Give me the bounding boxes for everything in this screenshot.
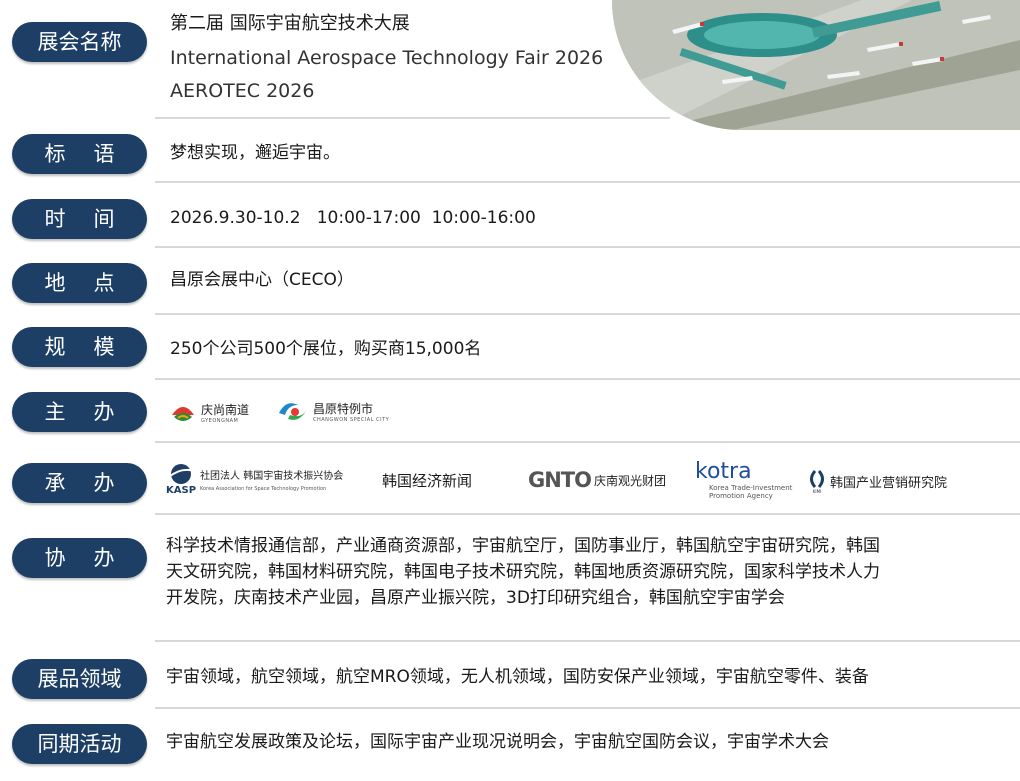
divider <box>155 707 1020 709</box>
logo-kasp: KASP 社团法人 韩国宇宙技术振兴协会 Korea Association f… <box>166 463 343 496</box>
kotra-mark: kotra <box>695 459 752 484</box>
label-char: 时 <box>44 207 66 231</box>
exhibition-name-en: International Aerospace Technology Fair … <box>170 47 604 69</box>
label-scale: 规模 <box>12 327 147 367</box>
label-char: 点 <box>93 271 115 295</box>
label-char: 承 <box>44 471 66 495</box>
venue-value: 昌原会展中心（CECO） <box>170 270 354 290</box>
logo-sub: CHANGWON SPECIAL CITY <box>313 416 390 423</box>
label-char: 办 <box>93 471 115 495</box>
label-char: 模 <box>93 335 115 359</box>
exhibition-name-cn: 第二届 国际宇宙航空技术大展 <box>170 13 410 34</box>
divider <box>155 378 1020 380</box>
logo-name: 庆尚南道 <box>201 402 250 417</box>
logo-gnto: GNTO 庆南观光财团 <box>528 468 666 492</box>
airport-photo <box>612 0 1020 130</box>
label-slogan: 标语 <box>12 134 147 174</box>
label-cohost: 协办 <box>12 538 147 578</box>
exhibition-abbr: AEROTEC 2026 <box>170 80 315 102</box>
gyeongnam-emblem-icon <box>170 399 196 425</box>
logo-gyeongnam: 庆尚南道 GYEONGNAM <box>168 397 249 427</box>
label-exhibits: 展品领域 <box>12 659 147 699</box>
changwon-emblem-icon <box>279 403 307 420</box>
kasp-name: 社团法人 韩国宇宙技术振兴协会 <box>200 471 344 482</box>
label-organizer: 承办 <box>12 463 147 503</box>
logo-kimi: KIMI 韩国产业营销研究院 <box>806 469 947 494</box>
label-char: 间 <box>93 207 115 231</box>
label-events: 同期活动 <box>12 724 147 764</box>
cohost-line: 天文研究院，韩国材料研究院，韩国电子技术研究院，韩国地质资源研究院，国家科学技术… <box>166 562 880 582</box>
label-text: 展会名称 <box>37 30 122 54</box>
label-time: 时间 <box>12 199 147 239</box>
cohost-line: 开发院，庆南技术产业园，昌原产业振兴院，3D打印研究组合，韩国航空宇宙学会 <box>166 588 785 608</box>
label-char: 标 <box>44 142 66 166</box>
label-char: 协 <box>44 546 66 570</box>
divider <box>155 246 1020 248</box>
divider <box>155 513 1020 515</box>
logo-sub: GYEONGNAM <box>201 417 239 424</box>
logo-changwon: 昌原特例市 CHANGWON SPECIAL CITY <box>276 397 389 425</box>
events-value: 宇宙航空发展政策及论坛，国际宇宙产业现况说明会，宇宙航空国防会议，宇宙学术大会 <box>166 732 829 752</box>
divider <box>155 441 1020 443</box>
divider <box>155 313 1020 315</box>
kimi-emblem-icon <box>810 470 824 488</box>
label-venue: 地点 <box>12 263 147 303</box>
label-text: 展品领域 <box>37 667 122 691</box>
label-char: 办 <box>93 400 115 424</box>
gnto-name: 庆南观光财团 <box>594 473 667 488</box>
kasp-abbr: KASP <box>166 485 197 496</box>
kasp-sub: Korea Association for Space Technology P… <box>200 486 327 492</box>
organizer-news: 韩国经济新闻 <box>382 472 473 490</box>
label-exhibition-name: 展会名称 <box>12 22 147 62</box>
scale-value: 250个公司500个展位，购买商15,000名 <box>170 339 482 359</box>
kimi-name: 韩国产业营销研究院 <box>830 476 948 491</box>
label-char: 地 <box>44 271 66 295</box>
label-char: 规 <box>44 335 66 359</box>
slogan-value: 梦想实现，邂逅宇宙。 <box>170 143 340 163</box>
logo-kotra: kotra Korea Trade-Investment Promotion A… <box>695 459 793 501</box>
label-char: 办 <box>93 546 115 570</box>
cohost-line: 科学技术情报通信部，产业通商资源部，宇宙航空厅，国防事业厅，韩国航空宇宙研究院，… <box>166 536 880 556</box>
divider <box>155 640 1020 642</box>
kotra-sub: Promotion Agency <box>709 492 773 500</box>
logo-name: 昌原特例市 <box>313 401 374 416</box>
exhibits-value: 宇宙领域，航空领域，航空MRO领域，无人机领域，国防安保产业领域，宇宙航空零件、… <box>166 667 869 687</box>
time-value: 2026.9.30-10.2 10:00-17:00 10:00-16:00 <box>170 208 536 228</box>
label-char: 主 <box>44 400 66 424</box>
label-host: 主办 <box>12 392 147 432</box>
cohost-value: 科学技术情报通信部，产业通商资源部，宇宙航空厅，国防事业厅，韩国航空宇宙研究院，… <box>166 533 880 611</box>
divider <box>155 117 670 119</box>
kotra-sub: Korea Trade-Investment <box>709 484 793 492</box>
gnto-mark: GNTO <box>528 468 592 492</box>
kimi-abbr: KIMI <box>812 489 822 494</box>
kasp-emblem-icon <box>168 464 195 484</box>
divider <box>155 181 1020 183</box>
label-text: 同期活动 <box>37 732 122 756</box>
label-char: 语 <box>93 142 115 166</box>
airport-illustration <box>612 0 1020 130</box>
